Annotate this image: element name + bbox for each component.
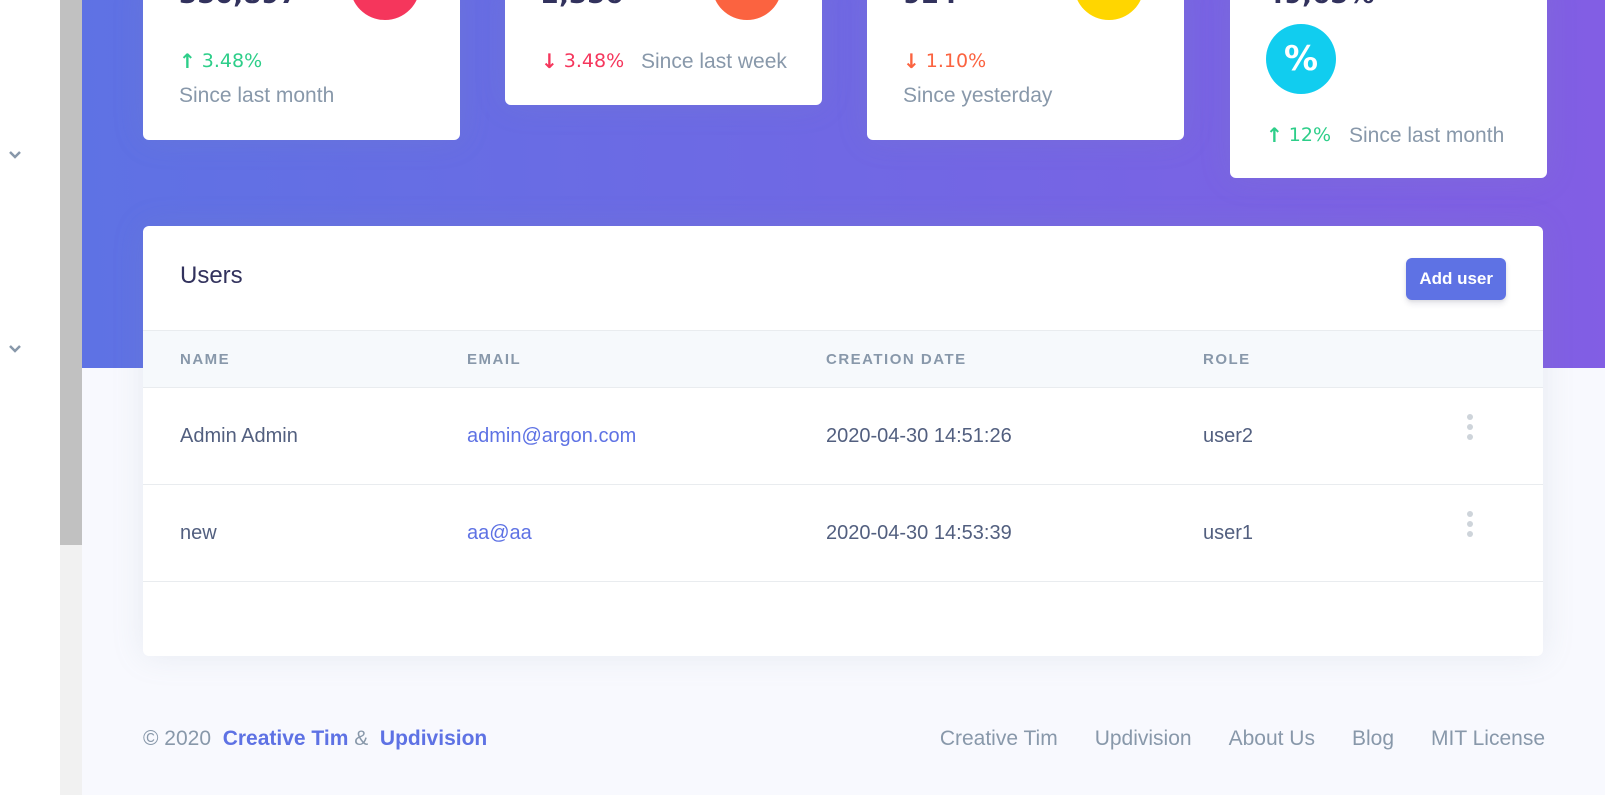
stat-value: 2,356	[541, 0, 623, 10]
footer-link-about-us[interactable]: About Us	[1229, 727, 1315, 751]
table-header: Name Email Creation Date Role	[143, 330, 1543, 388]
stat-card: 924 ↓ 1.10% Since yesterday	[867, 0, 1184, 140]
users-card: Users Add user Name Email Creation Date …	[143, 226, 1543, 656]
scrollbar-thumb[interactable]	[60, 0, 82, 545]
stat-icon-circle: %	[1266, 24, 1336, 94]
arrow-up-icon: ↑	[1266, 123, 1283, 147]
add-user-button[interactable]: Add user	[1406, 258, 1506, 300]
stat-since: Since last month	[1349, 124, 1505, 147]
column-header-name[interactable]: Name	[180, 331, 230, 389]
user-email-link[interactable]: aa@aa	[467, 485, 532, 582]
user-creation-date: 2020-04-30 14:53:39	[826, 522, 1012, 544]
column-header-email[interactable]: Email	[467, 331, 521, 389]
table-row: new aa@aa 2020-04-30 14:53:39 user1	[143, 485, 1543, 582]
stat-since: Since last week	[641, 50, 787, 73]
arrow-down-icon: ↓	[541, 49, 558, 73]
chevron-down-icon[interactable]	[8, 342, 26, 360]
footer-copyright: © 2020 Creative Tim & Updivision	[143, 727, 488, 750]
footer-link-mit-license[interactable]: MIT License	[1431, 727, 1545, 751]
stat-value: 49,65%	[1266, 0, 1374, 10]
more-actions-icon[interactable]	[1463, 511, 1477, 537]
user-role: user1	[1203, 522, 1254, 544]
footer-link-updivision[interactable]: Updivision	[1095, 727, 1192, 751]
stat-change: ↑ 3.48%	[179, 49, 263, 73]
stat-value: 350,897	[179, 0, 297, 10]
more-actions-icon[interactable]	[1463, 414, 1477, 440]
user-name: Admin Admin	[180, 425, 298, 447]
column-header-role[interactable]: Role	[1203, 331, 1251, 389]
stat-icon-circle	[350, 0, 420, 20]
footer-brand-updivision-link[interactable]: Updivision	[380, 727, 487, 750]
users-title: Users	[180, 262, 243, 289]
footer-nav: Creative Tim Updivision About Us Blog MI…	[940, 727, 1545, 751]
user-email-link[interactable]: admin@argon.com	[467, 388, 636, 485]
user-role: user2	[1203, 425, 1254, 447]
stat-card: 350,897 ↑ 3.48% Since last month	[143, 0, 460, 140]
stat-icon-circle	[1074, 0, 1144, 20]
arrow-down-icon: ↓	[903, 49, 920, 73]
table-row: Admin Admin admin@argon.com 2020-04-30 1…	[143, 388, 1543, 485]
footer-link-creative-tim[interactable]: Creative Tim	[940, 727, 1058, 751]
footer-brand-creative-tim-link[interactable]: Creative Tim	[223, 727, 349, 750]
user-creation-date: 2020-04-30 14:51:26	[826, 425, 1012, 447]
stat-change: ↑ 12%	[1266, 123, 1331, 147]
chevron-down-icon[interactable]	[8, 148, 26, 166]
stat-card: 49,65% % ↑ 12% Since last month	[1230, 0, 1547, 178]
footer-link-blog[interactable]: Blog	[1352, 727, 1394, 751]
stat-since: Since yesterday	[903, 84, 1053, 107]
stat-card: 2,356 ↓ 3.48% Since last week	[505, 0, 822, 105]
stat-icon-circle	[712, 0, 782, 20]
stat-since: Since last month	[179, 84, 335, 107]
stat-change: ↓ 3.48%	[541, 49, 625, 73]
stat-change: ↓ 1.10%	[903, 49, 987, 73]
column-header-creation-date[interactable]: Creation Date	[826, 331, 967, 389]
user-name: new	[180, 522, 217, 544]
arrow-up-icon: ↑	[179, 49, 196, 73]
sidebar	[0, 0, 60, 795]
percent-icon: %	[1283, 39, 1319, 79]
stat-value: 924	[903, 0, 957, 10]
